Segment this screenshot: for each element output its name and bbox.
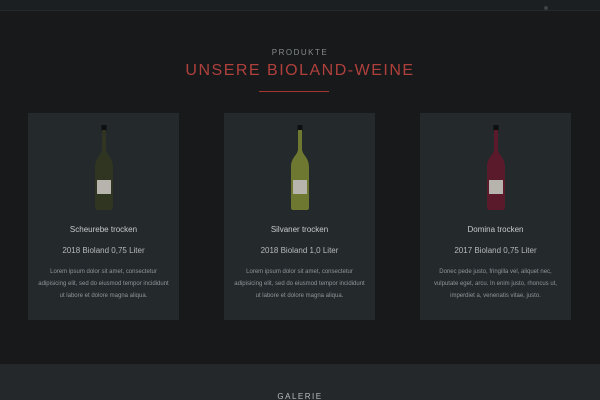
top-navigation-bar [0, 0, 600, 11]
bottle-body [486, 130, 505, 210]
menu-icon[interactable] [544, 6, 548, 10]
product-description: Lorem ipsum dolor sit amet, consectetur … [234, 269, 365, 299]
title-divider [259, 91, 329, 92]
product-name: Domina trocken [467, 225, 524, 234]
section-title: UNSERE BIOLAND-WEINE [185, 62, 415, 79]
product-card-domina[interactable]: Domina trocken 2017 Bioland 0,75 Liter D… [420, 113, 571, 320]
product-card-silvaner[interactable]: Silvaner trocken 2018 Bioland 1,0 Liter … [224, 113, 375, 320]
product-card-scheurebe[interactable]: Scheurebe trocken 2018 Bioland 0,75 Lite… [28, 113, 179, 320]
product-name: Silvaner trocken [270, 225, 329, 234]
bottle-body [94, 130, 113, 210]
bottle-body [290, 130, 309, 210]
wine-bottle-icon [486, 125, 505, 210]
product-subtitle: 2018 Bioland 0,75 Liter [62, 246, 145, 255]
product-name: Scheurebe trocken [69, 225, 138, 234]
product-description: Donec pede justo, fringilla vel, aliquet… [433, 269, 558, 299]
galerie-heading: GALERIE [277, 392, 323, 400]
product-subtitle: 2017 Bioland 0,75 Liter [454, 246, 537, 255]
product-description: Lorem ipsum dolor sit amet, consectetur … [38, 269, 169, 299]
products-section: PRODUKTE UNSERE BIOLAND-WEINE Scheurebe … [0, 11, 600, 364]
galerie-section: GALERIE [0, 364, 600, 400]
wine-bottle-icon [290, 125, 309, 210]
section-eyebrow: PRODUKTE [271, 48, 329, 57]
product-subtitle: 2018 Bioland 1,0 Liter [260, 246, 339, 255]
wine-bottle-icon [94, 125, 113, 210]
